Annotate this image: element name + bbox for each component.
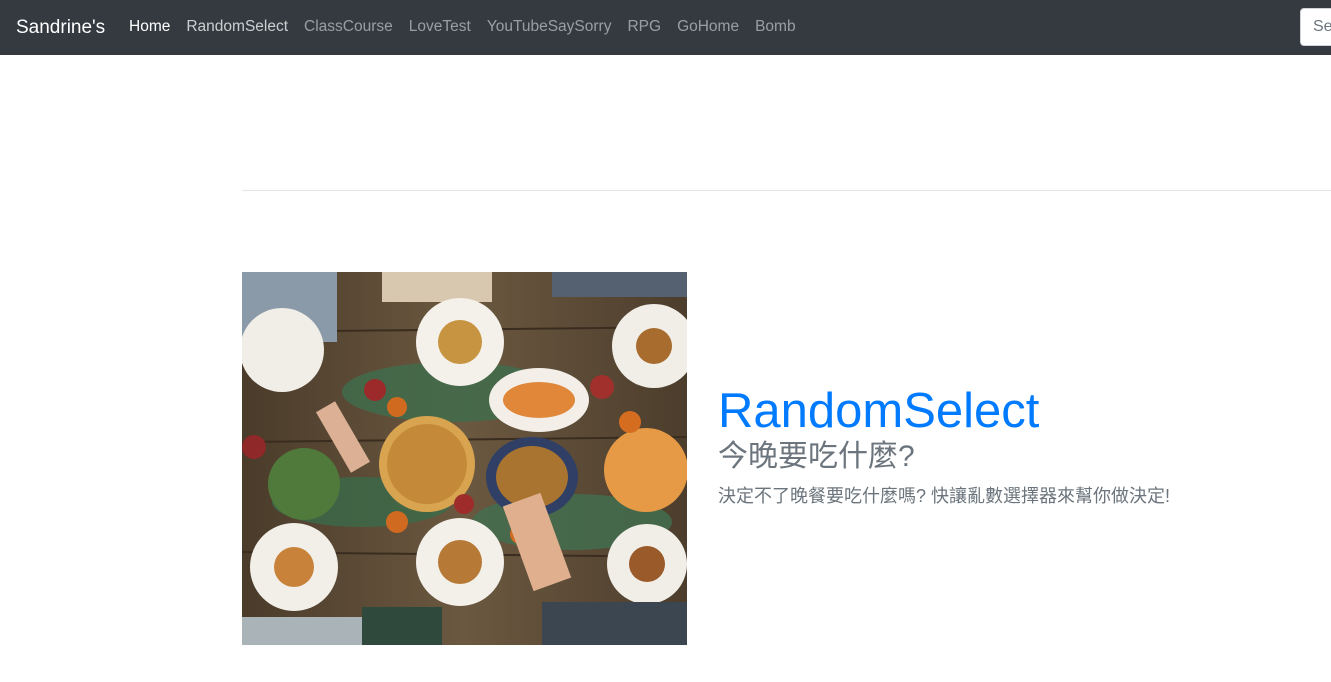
feature-image: [242, 272, 687, 645]
nav-link-rpg[interactable]: RPG: [627, 17, 661, 37]
nav-link-home[interactable]: Home: [129, 17, 170, 37]
nav-links: Home RandomSelect ClassCourse LoveTest Y…: [129, 17, 812, 37]
nav-link-gohome[interactable]: GoHome: [677, 17, 739, 37]
nav-link-youtubesaysorry[interactable]: YouTubeSaySorry: [487, 17, 612, 37]
feature-subtitle: 今晚要吃什麼?: [718, 440, 915, 473]
feature-text: RandomSelect 今晚要吃什麼? 決定不了晚餐要吃什麼嗎? 快讓亂數選擇…: [718, 383, 1170, 510]
feature-description: 決定不了晚餐要吃什麼嗎? 快讓亂數選擇器來幫你做決定!: [718, 486, 1171, 506]
nav-link-bomb[interactable]: Bomb: [755, 17, 796, 37]
nav-link-randomselect[interactable]: RandomSelect: [186, 17, 288, 37]
navbar-brand[interactable]: Sandrine's: [16, 14, 105, 41]
search-input[interactable]: [1300, 8, 1331, 46]
feature-title[interactable]: RandomSelect: [718, 383, 1170, 439]
section-divider: [242, 190, 1331, 191]
nav-link-lovetest[interactable]: LoveTest: [409, 17, 471, 37]
nav-link-classcourse[interactable]: ClassCourse: [304, 17, 393, 37]
navbar: Sandrine's Home RandomSelect ClassCourse…: [0, 0, 1331, 55]
